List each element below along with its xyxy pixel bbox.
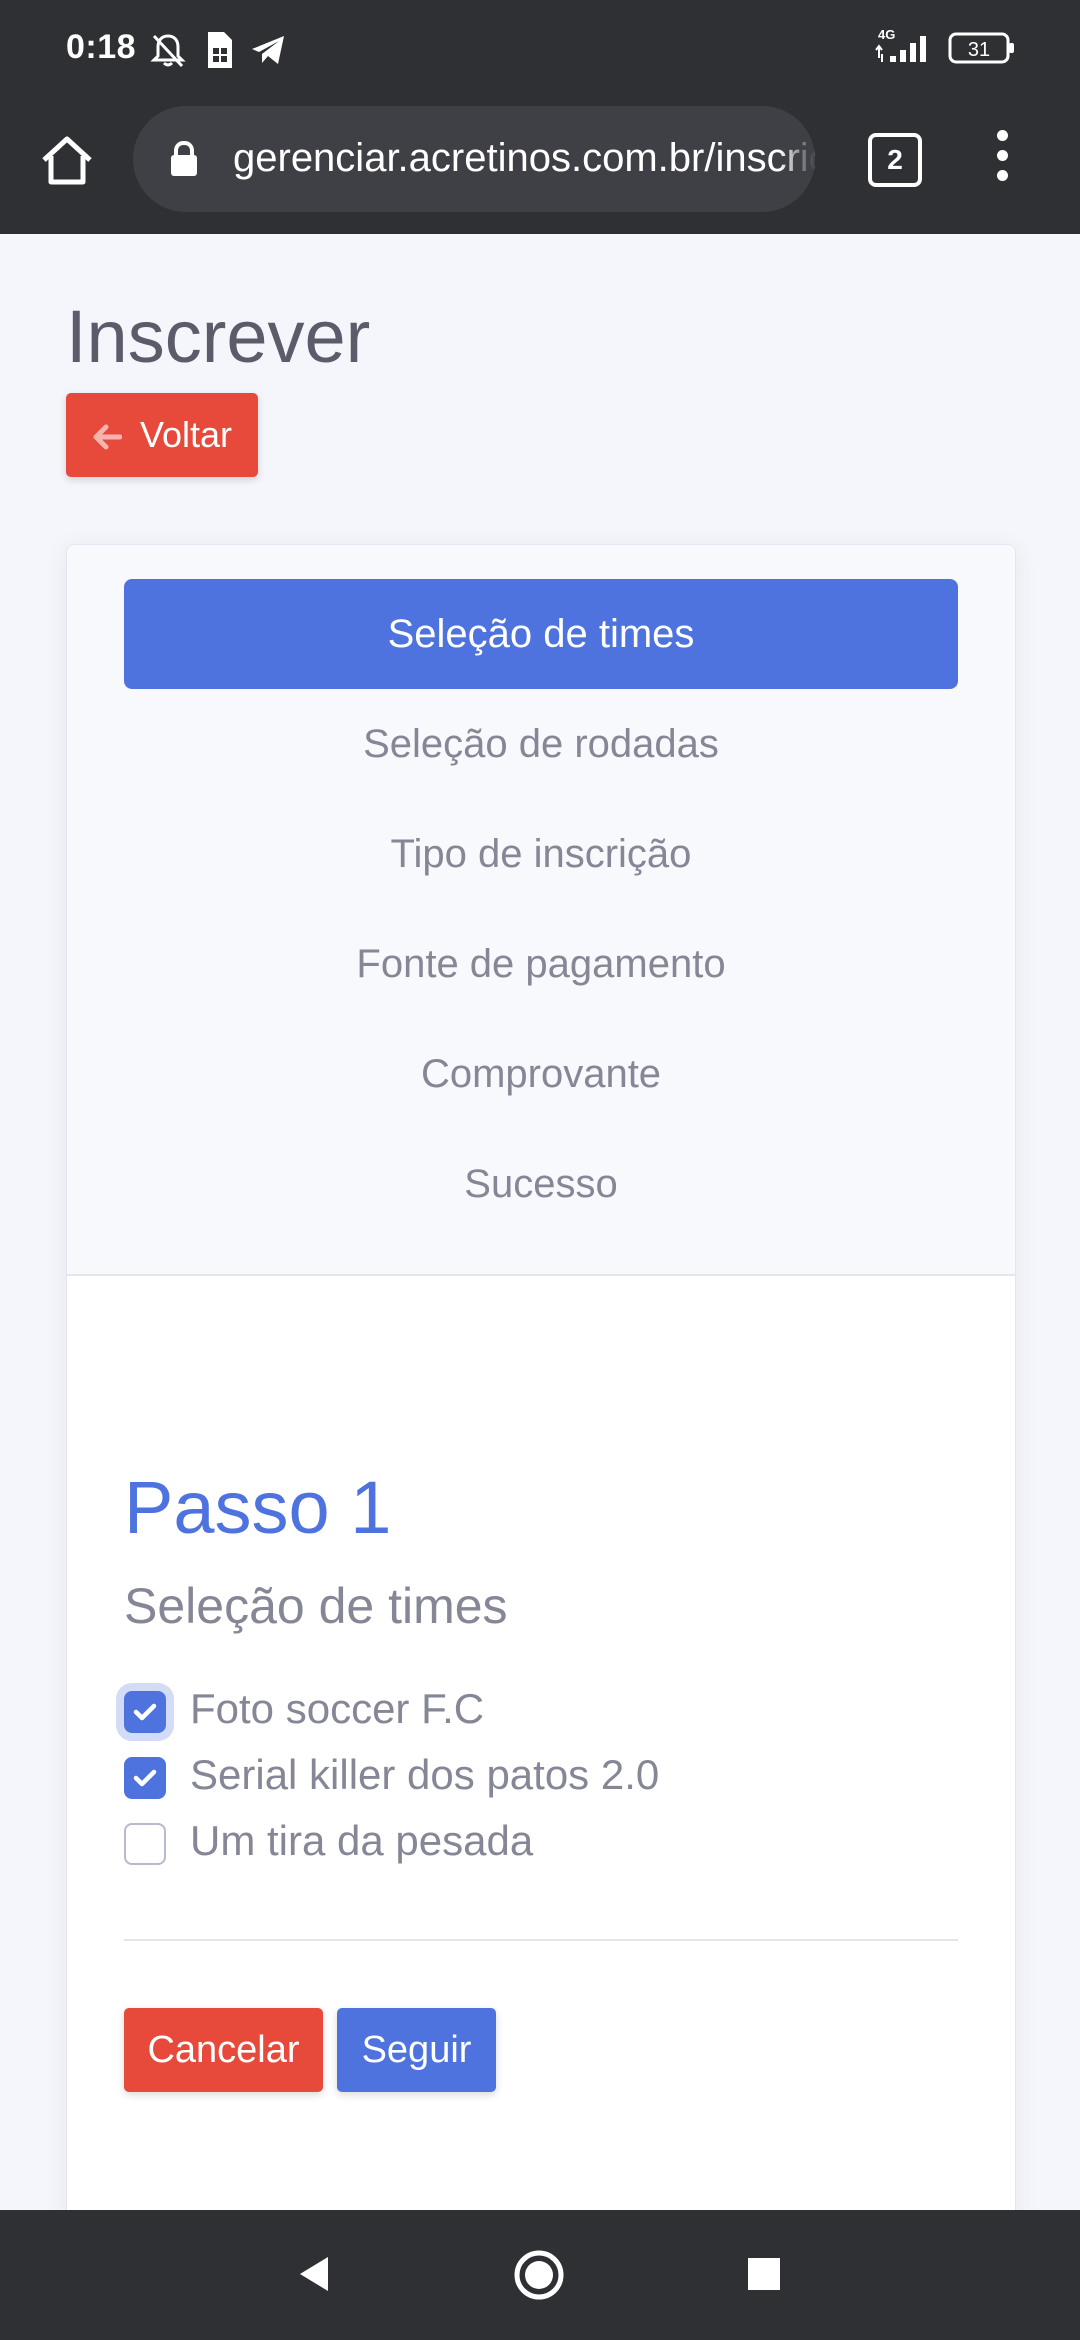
- tab-switcher-button[interactable]: 2: [868, 133, 922, 187]
- network-type: 4G: [878, 27, 895, 42]
- team-label: Serial killer dos patos 2.0: [190, 1751, 660, 1798]
- battery-level: 31: [968, 39, 990, 61]
- step-success[interactable]: Sucesso: [124, 1129, 958, 1239]
- team-label: Um tira da pesada: [190, 1817, 534, 1864]
- next-button[interactable]: Seguir: [337, 2008, 496, 2092]
- url-text: gerenciar.acretinos.com.br/inscricao: [233, 136, 815, 180]
- nav-home-button[interactable]: [512, 2248, 566, 2307]
- step-team-selection[interactable]: Seleção de times: [124, 579, 958, 689]
- more-vertical-icon: [996, 130, 1008, 141]
- step-round-selection[interactable]: Seleção de rodadas: [124, 689, 958, 799]
- back-triangle-icon: [300, 2257, 328, 2291]
- step-receipt[interactable]: Comprovante: [124, 1019, 958, 1129]
- battery-icon: 31: [948, 30, 1018, 71]
- divider: [124, 1939, 958, 1941]
- status-bar: 0:18 4G 31: [0, 0, 1080, 100]
- browser-toolbar: gerenciar.acretinos.com.br/inscricao 2: [0, 100, 1080, 234]
- arrow-left-icon: [92, 414, 132, 455]
- step-title: Passo 1: [124, 1466, 392, 1549]
- nav-back-button[interactable]: [296, 2254, 332, 2299]
- team-checkbox[interactable]: [124, 1823, 166, 1865]
- back-button[interactable]: Voltar: [66, 393, 258, 477]
- check-icon: [133, 1703, 157, 1721]
- step-subtitle: Seleção de times: [124, 1578, 508, 1634]
- wizard-card: Seleção de times Seleção de rodadas Tipo…: [66, 544, 1016, 2226]
- check-icon: [133, 1769, 157, 1787]
- signal-icon: 4G: [872, 26, 942, 71]
- sim-card-icon: [204, 30, 234, 75]
- lock-icon: [169, 140, 199, 183]
- telegram-icon: [248, 30, 288, 75]
- home-button[interactable]: [34, 128, 100, 194]
- step-payment-source[interactable]: Fonte de pagamento: [124, 909, 958, 1019]
- notifications-muted-icon: [148, 30, 188, 75]
- step-registration-type[interactable]: Tipo de inscrição: [124, 799, 958, 909]
- cancel-button[interactable]: Cancelar: [124, 2008, 323, 2092]
- status-time: 0:18: [66, 28, 137, 66]
- home-icon: [42, 136, 92, 185]
- address-bar[interactable]: gerenciar.acretinos.com.br/inscricao: [133, 106, 815, 212]
- team-label: Foto soccer F.C: [190, 1685, 485, 1732]
- home-circle-icon: [514, 2250, 564, 2300]
- back-button-label: Voltar: [139, 414, 233, 455]
- team-checkbox[interactable]: [124, 1757, 166, 1799]
- browser-menu-button[interactable]: [990, 130, 1014, 190]
- wizard-steps: Seleção de times Seleção de rodadas Tipo…: [67, 545, 1015, 1276]
- system-navigation-bar: [0, 2210, 1080, 2340]
- page-title: Inscrever: [66, 295, 371, 378]
- nav-recents-button[interactable]: [747, 2257, 781, 2296]
- recents-square-icon: [748, 2258, 780, 2290]
- team-checkbox[interactable]: [124, 1691, 166, 1733]
